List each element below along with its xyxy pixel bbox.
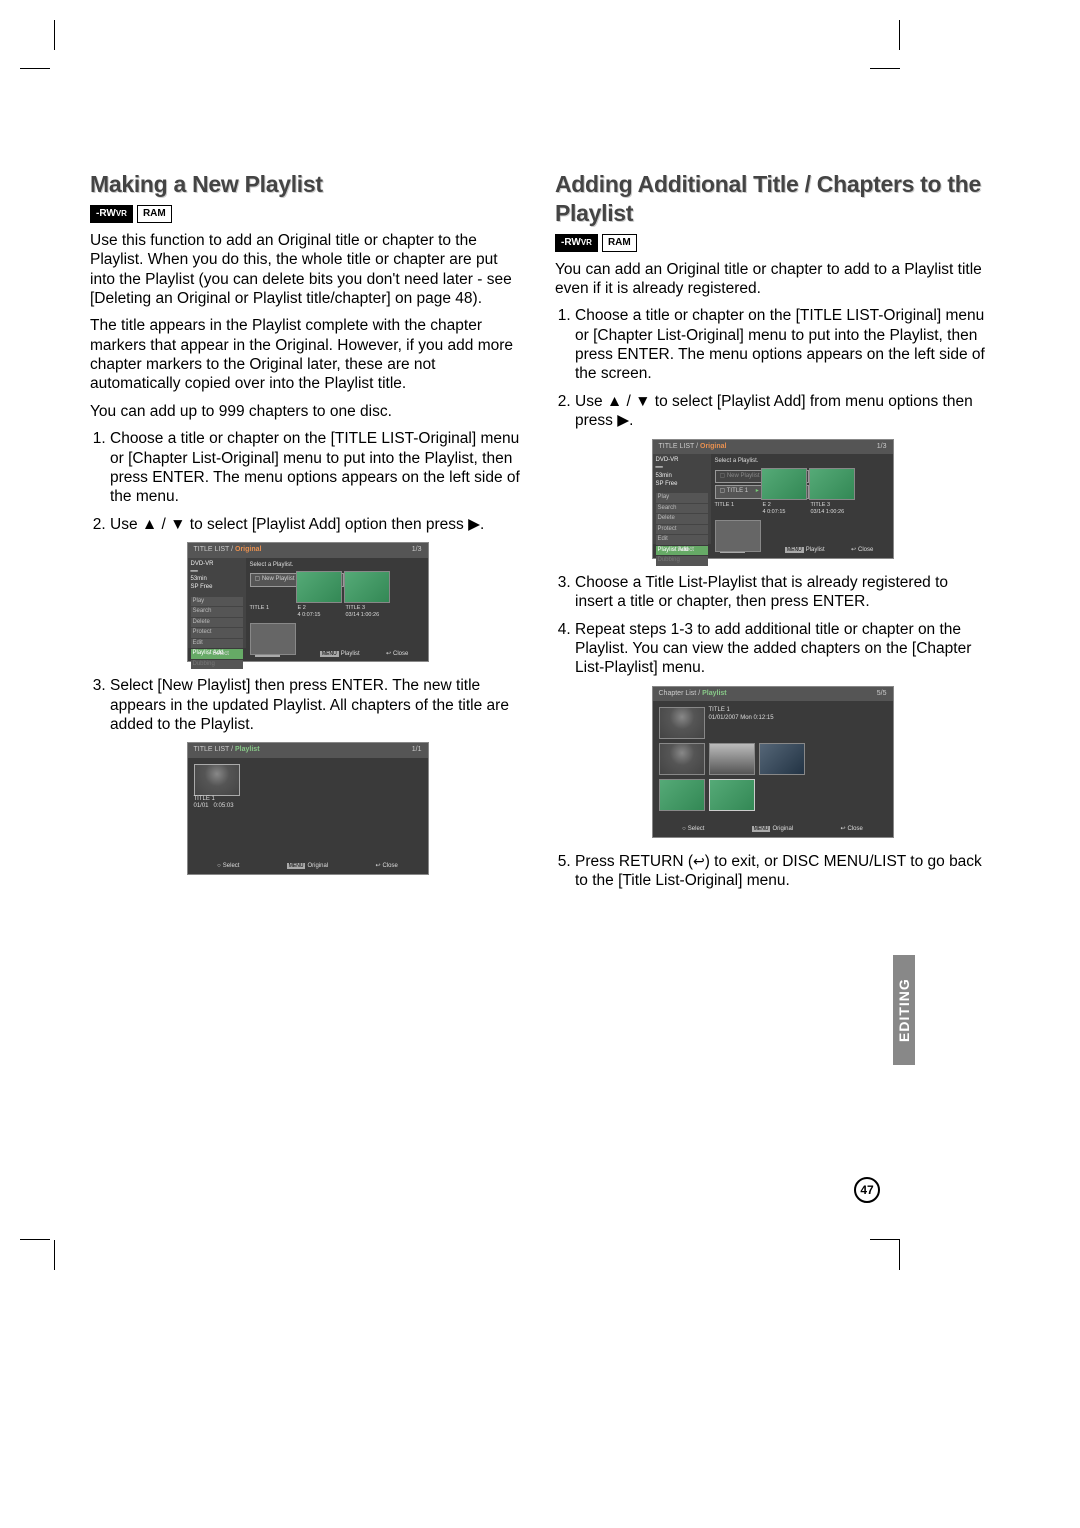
up-icon	[607, 393, 622, 410]
steps-list: Select [New Playlist] then press ENTER. …	[90, 676, 525, 734]
crop-mark	[899, 20, 900, 50]
crop-mark	[870, 1239, 900, 1240]
disc-type-badges: -RWVR RAM	[90, 205, 525, 223]
ui-screenshot-title-list-original-add: TITLE LIST / Original 1/3 DVD-VR━━53minS…	[652, 439, 894, 559]
step-item: Use / to select [Playlist Add] option th…	[110, 515, 525, 534]
return-icon	[693, 853, 705, 870]
heading-adding-title: Adding Additional Title / Chapters to th…	[555, 170, 990, 228]
crop-mark	[20, 1239, 50, 1240]
step-item: Use / to select [Playlist Add] from menu…	[575, 392, 990, 431]
step-item: Press RETURN () to exit, or DISC MENU/LI…	[575, 852, 990, 891]
left-column: Making a New Playlist -RWVR RAM Use this…	[90, 170, 525, 899]
ui-screenshot-chapter-list-playlist: Chapter List / Playlist 5/5 TITLE 101/01…	[652, 686, 894, 838]
up-icon	[142, 516, 157, 533]
down-icon	[170, 516, 185, 533]
page-number: 47	[854, 1177, 880, 1203]
steps-list: Choose a Title List-Playlist that is alr…	[555, 573, 990, 678]
badge-ram: RAM	[137, 205, 172, 223]
heading-making-playlist: Making a New Playlist	[90, 170, 525, 199]
badge-rwvr: -RWVR	[90, 205, 133, 223]
ui-screenshot-title-list-original: TITLE LIST / Original 1/3 DVD-VR━━53minS…	[187, 542, 429, 662]
ui-screenshot-title-list-playlist: TITLE LIST / Playlist 1/1 TITLE 101/01 0…	[187, 742, 429, 874]
crop-mark	[54, 20, 55, 50]
step-item: Choose a title or chapter on the [TITLE …	[575, 306, 990, 384]
steps-list: Choose a title or chapter on the [TITLE …	[555, 306, 990, 430]
steps-list: Choose a title or chapter on the [TITLE …	[90, 429, 525, 534]
paragraph: You can add an Original title or chapter…	[555, 260, 990, 299]
right-column: Adding Additional Title / Chapters to th…	[555, 170, 990, 899]
crop-mark	[899, 1240, 900, 1270]
badge-rwvr: -RWVR	[555, 234, 598, 252]
step-item: Repeat steps 1-3 to add additional title…	[575, 620, 990, 678]
paragraph: You can add up to 999 chapters to one di…	[90, 402, 525, 421]
crop-mark	[20, 68, 50, 69]
step-item: Select [New Playlist] then press ENTER. …	[110, 676, 525, 734]
right-icon	[617, 412, 629, 429]
badge-ram: RAM	[602, 234, 637, 252]
step-item: Choose a title or chapter on the [TITLE …	[110, 429, 525, 507]
section-tab-editing: EDITING	[893, 955, 915, 1065]
down-icon	[635, 393, 650, 410]
crop-mark	[870, 68, 900, 69]
disc-type-badges: -RWVR RAM	[555, 234, 990, 252]
steps-list: Press RETURN () to exit, or DISC MENU/LI…	[555, 852, 990, 891]
crop-mark	[54, 1240, 55, 1270]
paragraph: Use this function to add an Original tit…	[90, 231, 525, 309]
step-item: Choose a Title List-Playlist that is alr…	[575, 573, 990, 612]
right-icon	[468, 516, 480, 533]
paragraph: The title appears in the Playlist comple…	[90, 316, 525, 394]
